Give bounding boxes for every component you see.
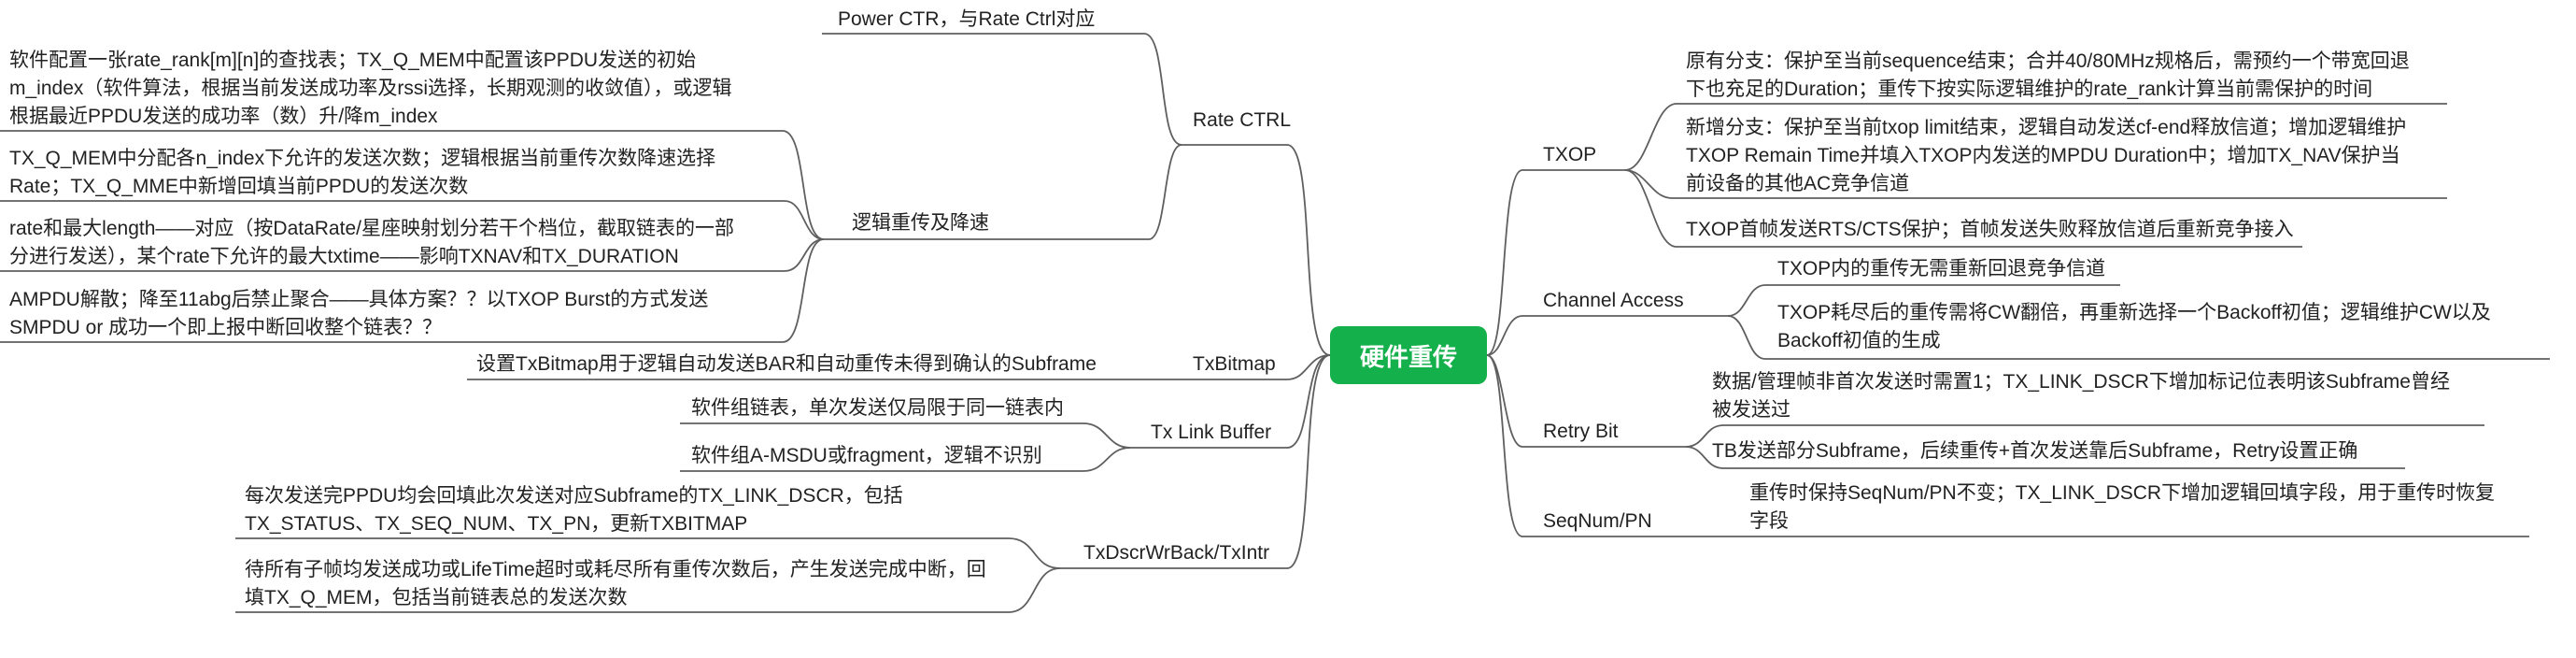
leaf-ppdu-writeback: 每次发送完PPDU均会回填此次发送对应Subframe的TX_LINK_DSCR… — [245, 482, 903, 538]
leaf-txop-rts-cts: TXOP首帧发送RTS/CTS保护；首帧发送失败释放信道后重新竞争接入 — [1686, 219, 2294, 240]
link-txop-item1 — [1624, 103, 1677, 171]
leaf-txbitmap-bar: 设置TxBitmap用于逻辑自动发送BAR和自动重传未得到确认的Subframe — [476, 353, 1097, 375]
line: TXOP Remain Time并填入TXOP内发送的MPDU Duration… — [1686, 145, 2400, 166]
line: TX_Q_MEM中分配各n_index下允许的发送次数；逻辑根据当前重传次数降速… — [9, 148, 716, 169]
link-sub-item4 — [782, 238, 825, 343]
leaf-retry-flag: 数据/管理帧非首次发送时需置1；TX_LINK_DSCR下增加标记位表明该Sub… — [1712, 368, 2450, 424]
link-root-retrybit — [1486, 354, 1523, 448]
line: 新增分支：保护至当前txop limit结束，逻辑自动发送cf-end释放信道；… — [1686, 117, 2407, 138]
line: TXOP耗尽后的重传需将CW翻倍，再重新选择一个Backoff初值；逻辑维护CW… — [1777, 302, 2491, 323]
leaf-txop-original-branch: 原有分支：保护至当前sequence结束；合并40/80MHz规格后，需预约一个… — [1686, 48, 2410, 104]
line: 软件配置一张rate_rank[m][n]的查找表；TX_Q_MEM中配置该PP… — [9, 50, 697, 71]
line: 根据最近PPDU发送的成功率（数）升/降m_index — [9, 106, 438, 127]
node-txop[interactable]: TXOP — [1543, 141, 1596, 169]
link-root-seqnum — [1486, 354, 1523, 537]
node-seqnum-pn[interactable]: SeqNum/PN — [1543, 508, 1652, 536]
leaf-tx-complete-interrupt: 待所有子帧均发送成功或LifeTime超时或耗尽所有重传次数后，产生发送完成中断… — [245, 556, 986, 612]
node-retransmit-rate-down[interactable]: 逻辑重传及降速 — [852, 209, 989, 237]
line: 分进行发送），某个rate下允许的最大txtime——影响TXNAV和TX_DU… — [9, 246, 679, 267]
node-tx-link-buffer[interactable]: Tx Link Buffer — [1151, 419, 1271, 447]
link-root-txop — [1486, 169, 1523, 356]
line: 数据/管理帧非首次发送时需置1；TX_LINK_DSCR下增加标记位表明该Sub… — [1712, 371, 2450, 393]
line: 字段 — [1749, 510, 1789, 532]
link-txlinkbuffer-item1 — [1083, 422, 1131, 449]
node-power-ctr[interactable]: Power CTR，与Rate Ctrl对应 — [838, 6, 1095, 34]
leaf-txop-new-branch: 新增分支：保护至当前txop limit结束，逻辑自动发送cf-end释放信道；… — [1686, 114, 2406, 198]
leaf-single-link-list: 软件组链表，单次发送仅局限于同一链表内 — [691, 397, 1064, 419]
link-root-ratectrl — [1286, 144, 1331, 356]
line: m_index（软件算法，根据当前发送成功率及rssi选择，长期观测的收敛值），… — [9, 78, 732, 99]
link-channelaccess-item1 — [1727, 284, 1766, 317]
link-txdscr-item1 — [1008, 537, 1061, 569]
link-txlinkbuffer-item2 — [1083, 447, 1131, 472]
link-sub-item1 — [782, 130, 825, 240]
leaf-no-backoff-in-txop: TXOP内的重传无需重新回退竞争信道 — [1777, 258, 2106, 279]
link-ratectrl-sub — [1148, 144, 1182, 240]
line: SMPDU or 成功一个即上报中断回收整个链表？？ — [9, 317, 443, 338]
root-node[interactable]: 硬件重传 — [1330, 326, 1487, 384]
leaf-cw-double-backoff: TXOP耗尽后的重传需将CW翻倍，再重新选择一个Backoff初值；逻辑维护CW… — [1777, 299, 2491, 355]
link-sub-item2 — [784, 200, 825, 240]
leaf-keep-seqnum-pn: 重传时保持SeqNum/PN不变；TX_LINK_DSCR下增加逻辑回填字段，用… — [1749, 479, 2495, 536]
link-txop-item3 — [1624, 169, 1677, 248]
node-txbitmap[interactable]: TxBitmap — [1193, 350, 1276, 379]
line: AMPDU解散；降至11abg后禁止聚合——具体方案？？以TXOP Burst的… — [9, 289, 709, 310]
leaf-rate-rank-table: 软件配置一张rate_rank[m][n]的查找表；TX_Q_MEM中配置该PP… — [9, 47, 732, 131]
line: rate和最大length——对应（按DataRate/星座映射划分若干个档位，… — [9, 218, 734, 239]
link-txop-item2 — [1624, 169, 1673, 199]
link-root-txlinkbuffer — [1286, 354, 1331, 449]
leaf-rate-max-length: rate和最大length——对应（按DataRate/星座映射划分若干个档位，… — [9, 215, 734, 271]
node-retry-bit[interactable]: Retry Bit — [1543, 418, 1619, 446]
leaf-amsdu-fragment: 软件组A-MSDU或fragment，逻辑不识别 — [691, 445, 1042, 466]
link-txdscr-item2 — [1008, 567, 1061, 613]
line: 前设备的其他AC竞争信道 — [1686, 173, 1910, 194]
line: 原有分支：保护至当前sequence结束；合并40/80MHz规格后，需预约一个… — [1686, 50, 2410, 72]
link-channelaccess-item2 — [1727, 315, 1766, 360]
link-root-txdscr — [1286, 354, 1331, 569]
leaf-tb-partial-subframe: TB发送部分Subframe，后续重传+首次发送靠后Subframe，Retry… — [1712, 440, 2358, 462]
link-sub-item3 — [784, 238, 825, 272]
mindmap-canvas: 硬件重传 Power CTR，与Rate Ctrl对应 Rate CTRL 逻辑… — [0, 0, 2576, 658]
line: 下也充足的Duration；重传下按实际逻辑维护的rate_rank计算当前需保… — [1686, 79, 2373, 100]
line: 待所有子帧均发送成功或LifeTime超时或耗尽所有重传次数后，产生发送完成中断… — [245, 559, 986, 580]
line: Rate；TX_Q_MME中新增回填当前PPDU的发送次数 — [9, 176, 469, 197]
line: 填TX_Q_MEM，包括当前链表总的发送次数 — [245, 587, 628, 608]
leaf-ampdu-disband: AMPDU解散；降至11abg后禁止聚合——具体方案？？以TXOP Burst的… — [9, 286, 708, 342]
leaf-n-index-tx-count: TX_Q_MEM中分配各n_index下允许的发送次数；逻辑根据当前重传次数降速… — [9, 145, 715, 201]
node-channel-access[interactable]: Channel Access — [1543, 287, 1684, 315]
line: Backoff初值的生成 — [1777, 330, 1941, 351]
line: TX_STATUS、TX_SEQ_NUM、TX_PN，更新TXBITMAP — [245, 513, 748, 535]
line: 重传时保持SeqNum/PN不变；TX_LINK_DSCR下增加逻辑回填字段，用… — [1749, 482, 2496, 504]
node-txdscr-wrback[interactable]: TxDscrWrBack/TxIntr — [1083, 539, 1269, 567]
line: 每次发送完PPDU均会回填此次发送对应Subframe的TX_LINK_DSCR… — [245, 485, 903, 507]
line: 被发送过 — [1712, 399, 1790, 421]
node-rate-ctrl[interactable]: Rate CTRL — [1193, 107, 1291, 135]
link-ratectrl-powerctr — [1143, 33, 1182, 146]
